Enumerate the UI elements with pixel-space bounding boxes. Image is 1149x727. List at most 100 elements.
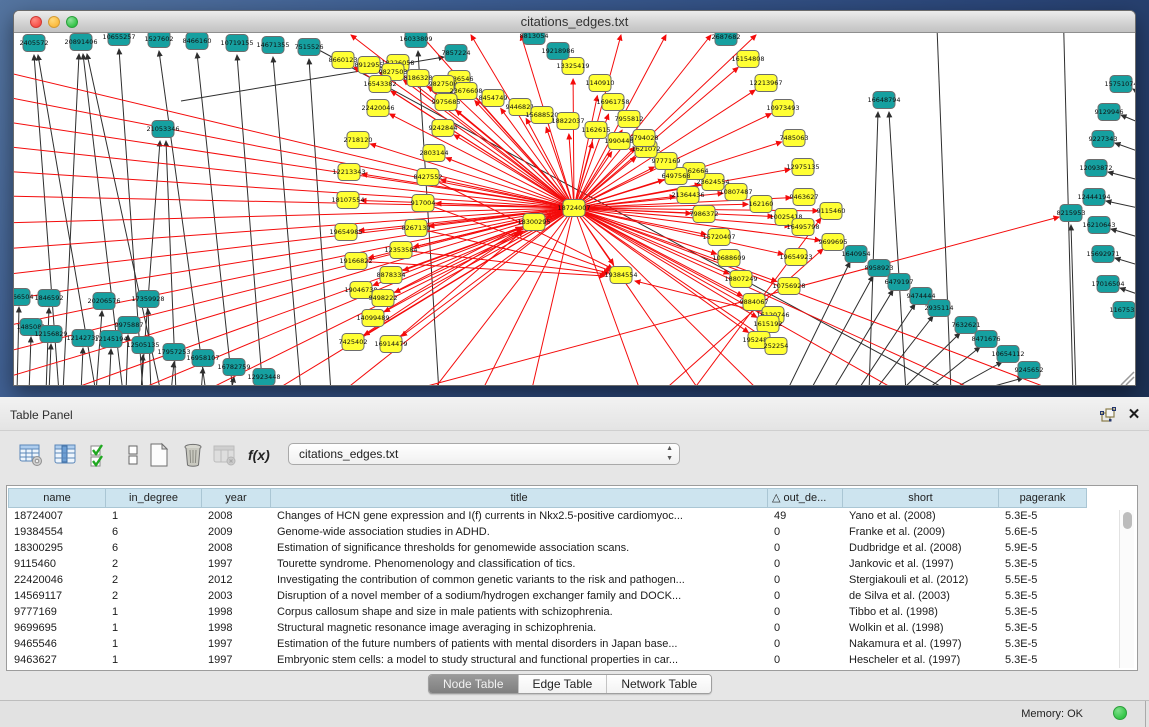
table-cell[interactable]: Hescheler et al. (1997) xyxy=(843,652,999,668)
graph-node[interactable]: 10719155 xyxy=(220,35,253,52)
table-cell[interactable]: 18724007 xyxy=(8,508,106,524)
graph-node[interactable]: 2803144 xyxy=(420,145,449,162)
graph-node[interactable]: 7485063 xyxy=(780,130,809,147)
graph-edge[interactable] xyxy=(1115,143,1136,153)
table-cell[interactable]: 2 xyxy=(106,572,202,588)
table-cell[interactable]: Yano et al. (2008) xyxy=(843,508,999,524)
graph-edge[interactable] xyxy=(1121,115,1136,125)
table-cell[interactable]: 5.3E-5 xyxy=(999,652,1087,668)
graph-edge[interactable] xyxy=(1111,229,1136,239)
column-header-short[interactable]: short xyxy=(843,488,999,508)
graph-node[interactable]: 9227343 xyxy=(1089,131,1118,148)
graph-edge[interactable] xyxy=(573,79,574,208)
column-header-in_degree[interactable]: in_degree xyxy=(106,488,202,508)
table-cell[interactable]: 2008 xyxy=(202,540,271,556)
table-cell[interactable]: Stergiakouli et al. (2012) xyxy=(843,572,999,588)
graph-node[interactable]: 20206576 xyxy=(87,293,120,310)
graph-node[interactable]: 10688609 xyxy=(712,250,745,267)
table-cell[interactable]: 2 xyxy=(106,588,202,604)
graph-node[interactable]: 16914479 xyxy=(374,336,407,353)
graph-node[interactable]: 1615192 xyxy=(754,316,783,333)
table-cell[interactable]: 0 xyxy=(768,524,843,540)
table-cell[interactable]: 5.3E-5 xyxy=(999,508,1087,524)
table-row[interactable]: 1830029562008Estimation of significance … xyxy=(8,540,1087,556)
graph-node[interactable]: 7425402 xyxy=(339,334,368,351)
table-cell[interactable]: 5.3E-5 xyxy=(999,604,1087,620)
graph-node[interactable]: 6479197 xyxy=(885,274,914,291)
table-row[interactable]: 969969511998Structural magnetic resonanc… xyxy=(8,620,1087,636)
graph-node[interactable]: 14671355 xyxy=(256,37,289,54)
table-cell[interactable]: 1998 xyxy=(202,620,271,636)
graph-edge[interactable] xyxy=(29,337,31,386)
graph-edge[interactable] xyxy=(14,208,574,275)
table-cell[interactable]: 0 xyxy=(768,604,843,620)
graph-edge[interactable] xyxy=(1133,89,1136,97)
graph-node[interactable]: 17016504 xyxy=(1091,276,1124,293)
graph-node[interactable]: 9975685 xyxy=(432,94,461,111)
window-resize-grip[interactable] xyxy=(1121,372,1134,385)
table-cell[interactable]: Estimation of the future numbers of pati… xyxy=(271,636,768,652)
graph-edge[interactable] xyxy=(889,112,906,386)
column-header-pagerank[interactable]: pagerank xyxy=(999,488,1087,508)
graph-node[interactable]: 20891406 xyxy=(64,34,97,51)
select-columns-icon[interactable] xyxy=(52,441,78,469)
new-column-icon[interactable] xyxy=(146,441,172,469)
graph-node[interactable]: 19218986 xyxy=(541,43,574,60)
table-cell[interactable]: 0 xyxy=(768,572,843,588)
graph-node[interactable]: 8427552 xyxy=(414,169,443,186)
table-cell[interactable]: 49 xyxy=(768,508,843,524)
table-cell[interactable]: 1 xyxy=(106,636,202,652)
graph-node[interactable]: 1162615 xyxy=(582,122,611,139)
graph-node[interactable]: 16033809 xyxy=(399,33,432,48)
graph-node[interactable]: 12505135 xyxy=(126,337,159,354)
graph-node[interactable]: 1846592 xyxy=(35,290,64,307)
graph-node[interactable]: 1640954 xyxy=(842,246,871,263)
table-cell[interactable]: 5.9E-5 xyxy=(999,540,1087,556)
graph-node[interactable]: 15692971 xyxy=(1086,246,1119,263)
tab-edge-table[interactable]: Edge Table xyxy=(518,675,607,694)
table-source-dropdown[interactable]: citations_edges.txt ▲▼ xyxy=(288,443,680,465)
graph-edge[interactable] xyxy=(370,144,574,208)
graph-node[interactable]: 10655257 xyxy=(102,33,135,46)
close-panel-icon[interactable]: ✕ xyxy=(1126,405,1142,423)
table-cell[interactable]: 2012 xyxy=(202,572,271,588)
scrollbar-thumb[interactable] xyxy=(1123,512,1132,529)
table-row[interactable]: 1456911722003Disruption of a novel membe… xyxy=(8,588,1087,604)
table-cell[interactable]: 5.6E-5 xyxy=(999,524,1087,540)
graph-node[interactable]: 12444194 xyxy=(1077,189,1110,206)
graph-node[interactable]: 8958923 xyxy=(865,260,894,277)
table-cell[interactable]: 5.5E-5 xyxy=(999,572,1087,588)
graph-node[interactable]: 2687682 xyxy=(712,33,741,46)
graph-edge[interactable] xyxy=(831,290,893,386)
tab-network-table[interactable]: Network Table xyxy=(606,675,711,694)
table-row[interactable]: 977716911998Corpus callosum shape and si… xyxy=(8,604,1087,620)
graph-node[interactable]: 8878334 xyxy=(377,267,406,284)
graph-edge[interactable] xyxy=(14,208,574,353)
delete-column-icon[interactable] xyxy=(180,441,206,469)
graph-edge[interactable] xyxy=(46,308,49,386)
graph-node[interactable]: 8466160 xyxy=(183,33,212,50)
graph-edge[interactable] xyxy=(237,55,263,386)
table-row[interactable]: 1938455462009Genome-wide association stu… xyxy=(8,524,1087,540)
graph-edge[interactable] xyxy=(14,208,574,223)
graph-edge[interactable] xyxy=(14,196,574,208)
table-cell[interactable]: 9465546 xyxy=(8,636,106,652)
graph-node[interactable]: 9699695 xyxy=(819,234,848,251)
table-cell[interactable]: 18300295 xyxy=(8,540,106,556)
graph-node[interactable]: 19654985 xyxy=(329,224,362,241)
graph-node[interactable]: 12213967 xyxy=(749,75,782,92)
table-settings-icon[interactable] xyxy=(18,441,44,469)
table-cell[interactable]: 6 xyxy=(106,524,202,540)
table-cell[interactable]: 1 xyxy=(106,652,202,668)
graph-edge[interactable] xyxy=(923,347,980,386)
network-window[interactable]: citations_edges.txt 86601238912955182260… xyxy=(13,10,1136,386)
table-cell[interactable]: 0 xyxy=(768,620,843,636)
graph-edge[interactable] xyxy=(969,378,1023,386)
table-cell[interactable]: 1997 xyxy=(202,652,271,668)
graph-node[interactable]: 9115460 xyxy=(817,203,846,220)
clear-selection-icon[interactable] xyxy=(120,441,146,469)
graph-edge[interactable] xyxy=(96,311,102,386)
graph-node[interactable]: 917004 xyxy=(411,195,436,212)
delete-table-icon[interactable] xyxy=(212,441,238,469)
graph-node[interactable]: 12923448 xyxy=(247,369,280,386)
